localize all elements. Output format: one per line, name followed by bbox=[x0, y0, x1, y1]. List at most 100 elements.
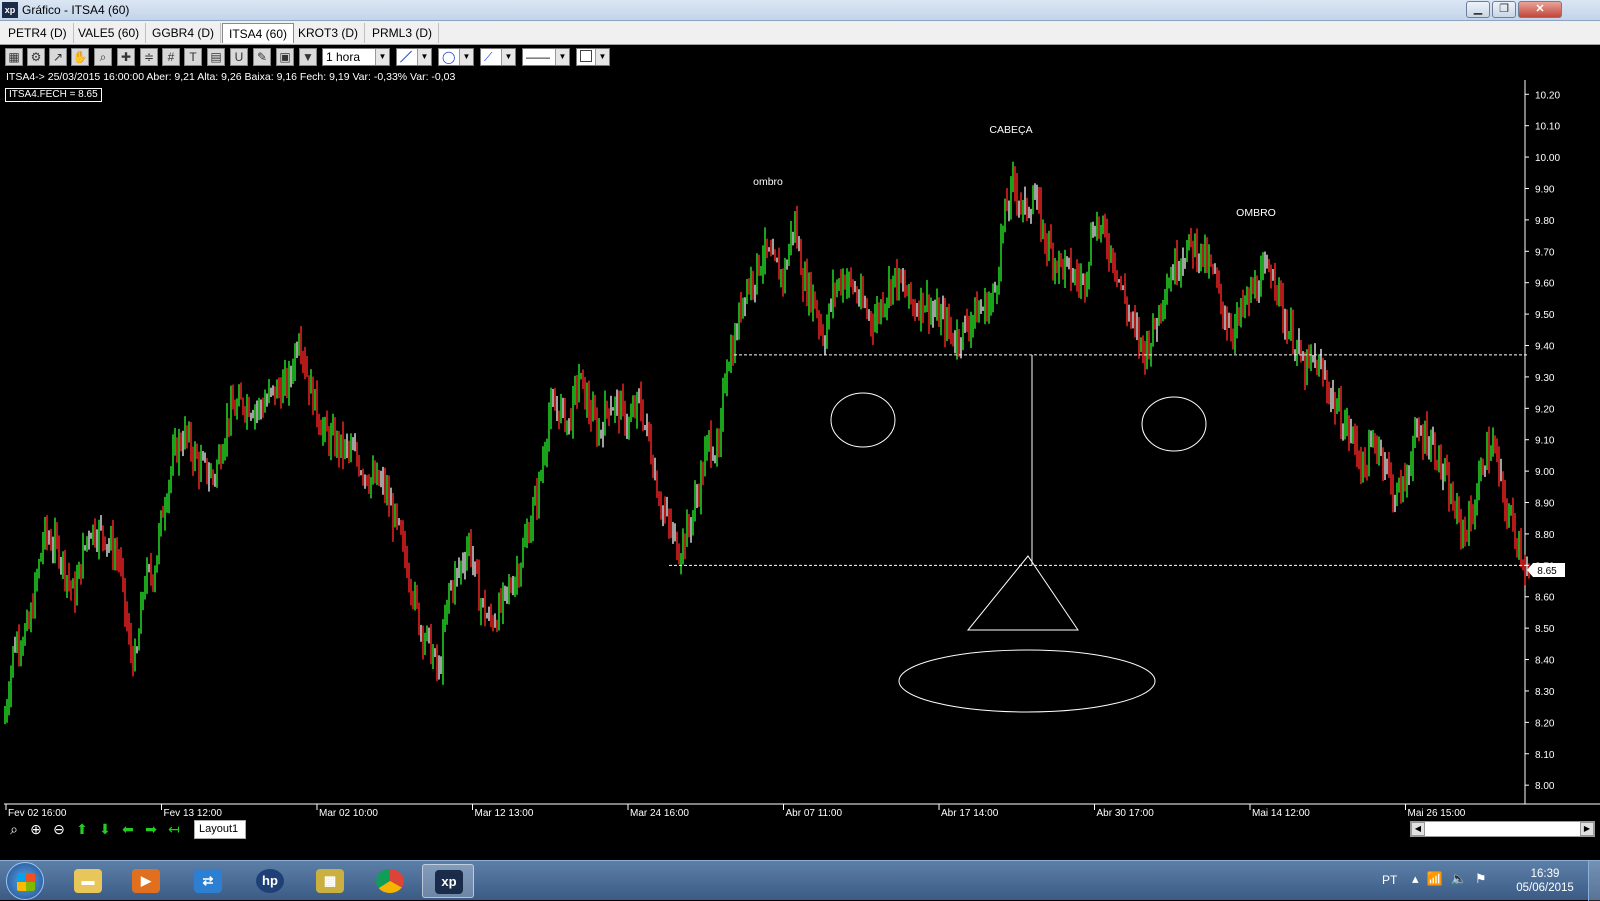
left-shoulder-label: ombro bbox=[753, 176, 783, 188]
mouth-ellipse[interactable] bbox=[898, 649, 1156, 713]
tab-ggbr4[interactable]: GGBR4 (D) bbox=[146, 23, 222, 43]
chart-icon[interactable]: ▦ bbox=[5, 48, 23, 66]
taskbar-media-player[interactable]: ▶ bbox=[120, 864, 172, 898]
series-badge[interactable]: ITSA4.FECH = 8.65 bbox=[5, 88, 102, 102]
windows-logo-icon bbox=[17, 873, 35, 891]
tray-expand-icon[interactable]: ▴ bbox=[1412, 871, 1427, 886]
right-eye-ellipse[interactable] bbox=[1141, 396, 1207, 452]
title-bar: xp Gráfico - ITSA4 (60) ▁ ❐ ✕ bbox=[0, 0, 1600, 21]
crosshair-icon[interactable]: ✚ bbox=[117, 48, 135, 66]
period-select[interactable]: 1 hora ▼ bbox=[322, 48, 390, 66]
series-badge-label: ITSA4.FECH = 8.65 bbox=[9, 89, 98, 100]
clock[interactable]: 16:39 05/06/2015 bbox=[1510, 867, 1580, 895]
x-tick-label: Mai 26 15:00 bbox=[1408, 808, 1466, 818]
y-tick-label: 10.10 bbox=[1535, 122, 1560, 133]
arrow-left-icon[interactable]: ⬅ bbox=[119, 820, 137, 838]
zoom-in-icon[interactable]: ⊕ bbox=[27, 820, 45, 838]
language-indicator[interactable]: PT bbox=[1382, 873, 1397, 887]
y-axis-ticks: 8.008.108.208.308.408.508.608.708.808.90… bbox=[1525, 90, 1560, 792]
y-tick-label: 8.40 bbox=[1535, 656, 1555, 667]
tab-petr4[interactable]: PETR4 (D) bbox=[2, 23, 74, 43]
left-eye-ellipse[interactable] bbox=[830, 392, 896, 448]
taskbar-explorer[interactable]: ▬ bbox=[62, 864, 114, 898]
trendline-icon[interactable]: ↗ bbox=[49, 48, 67, 66]
scroll-right-icon[interactable]: ▶ bbox=[1580, 822, 1594, 836]
y-tick-label: 9.70 bbox=[1535, 247, 1555, 258]
x-tick-label: Mai 14 12:00 bbox=[1252, 808, 1310, 818]
y-tick-label: 8.90 bbox=[1535, 499, 1555, 510]
x-tick-label: Mar 02 10:00 bbox=[319, 808, 378, 818]
y-tick-label: 8.20 bbox=[1535, 718, 1555, 729]
y-tick-label: 9.40 bbox=[1535, 342, 1555, 353]
y-tick-label: 8.10 bbox=[1535, 750, 1555, 761]
system-tray[interactable]: ▴📶🔈⚑ bbox=[1412, 871, 1495, 887]
y-tick-label: 10.00 bbox=[1535, 153, 1560, 164]
network-icon: ⇄ bbox=[194, 869, 222, 893]
y-tick-label: 10.20 bbox=[1535, 90, 1560, 101]
line-tool-select[interactable]: ／ ▼ bbox=[396, 48, 432, 66]
arrow-up-icon[interactable]: ⬆ bbox=[73, 820, 91, 838]
chevron-down-icon: ▼ bbox=[595, 49, 609, 65]
price-chart[interactable]: 8.008.108.208.308.408.508.608.708.808.90… bbox=[0, 68, 1600, 818]
chevron-down-icon: ▼ bbox=[555, 49, 569, 65]
x-axis-ticks: Fev 02 16:00 Fev 13 12:00 Mar 02 10:00 Mar … bbox=[5, 804, 1466, 818]
scroll-left-icon[interactable]: ◀ bbox=[1411, 822, 1425, 836]
last-value-label: 8.65 bbox=[1537, 566, 1557, 577]
taskbar-chrome[interactable] bbox=[364, 864, 416, 898]
taskbar-network[interactable]: ⇄ bbox=[182, 864, 234, 898]
tab-krot3[interactable]: KROT3 (D) bbox=[292, 23, 365, 43]
minimize-icon[interactable]: ▁ bbox=[1466, 1, 1490, 18]
y-tick-label: 8.50 bbox=[1535, 624, 1555, 635]
filter-icon[interactable]: ▼ bbox=[299, 48, 317, 66]
fibonacci-icon[interactable]: ≑ bbox=[140, 48, 158, 66]
network-signal-icon[interactable]: 📶 bbox=[1427, 871, 1451, 886]
start-button[interactable] bbox=[6, 862, 44, 900]
magnet-icon[interactable]: U bbox=[230, 48, 248, 66]
nose-triangle[interactable] bbox=[966, 555, 1079, 631]
taskbar-app-window[interactable]: ▦ bbox=[304, 864, 356, 898]
hp-icon: hp bbox=[256, 869, 284, 893]
tab-vale5[interactable]: VALE5 (60) bbox=[72, 23, 147, 43]
arrow-right-icon[interactable]: ➡ bbox=[142, 820, 160, 838]
ellipse-tool-icon: ◯ bbox=[442, 50, 456, 64]
return-icon[interactable]: ↤ bbox=[165, 820, 183, 838]
horizontal-scrollbar[interactable]: ◀ ▶ bbox=[1410, 821, 1595, 837]
draw-icon[interactable]: ✎ bbox=[253, 48, 271, 66]
grid-icon[interactable]: # bbox=[162, 48, 180, 66]
y-tick-label: 8.60 bbox=[1535, 593, 1555, 604]
y-tick-label: 9.90 bbox=[1535, 184, 1555, 195]
color-select[interactable]: ▼ bbox=[576, 48, 610, 66]
ohlc-info-line: ITSA4-> 25/03/2015 16:00:00 Aber: 9,21 A… bbox=[6, 71, 456, 83]
tab-prml3[interactable]: PRML3 (D) bbox=[366, 23, 440, 43]
shape-tool-select[interactable]: ◯ ▼ bbox=[438, 48, 474, 66]
tab-itsa4[interactable]: ITSA4 (60) bbox=[222, 23, 295, 43]
calculator-icon[interactable]: ▤ bbox=[207, 48, 225, 66]
text-icon[interactable]: T bbox=[184, 48, 202, 66]
x-tick-label: Mar 24 16:00 bbox=[630, 808, 689, 818]
layout-tab[interactable]: Layout1 bbox=[194, 820, 246, 839]
hand-icon[interactable]: ✋ bbox=[71, 48, 89, 66]
show-desktop-button[interactable] bbox=[1588, 861, 1600, 901]
pen-tool-select[interactable]: ⟋ ▼ bbox=[480, 48, 516, 66]
y-tick-label: 9.30 bbox=[1535, 373, 1555, 384]
media-player-icon: ▶ bbox=[132, 869, 160, 893]
zoom-out-icon[interactable]: ⊖ bbox=[50, 820, 68, 838]
zoom-icon[interactable]: ⌕ bbox=[94, 48, 112, 66]
taskbar-hp[interactable]: hp bbox=[244, 864, 296, 898]
y-tick-label: 9.50 bbox=[1535, 310, 1555, 321]
close-icon[interactable]: ✕ bbox=[1518, 1, 1562, 18]
volume-icon[interactable]: 🔈 bbox=[1451, 871, 1475, 886]
action-center-icon[interactable]: ⚑ bbox=[1475, 871, 1495, 886]
taskbar-xp-app[interactable]: xp bbox=[422, 864, 474, 898]
arrow-down-icon[interactable]: ⬇ bbox=[96, 820, 114, 838]
y-tick-label: 8.00 bbox=[1535, 781, 1555, 792]
tab-bar: PETR4 (D) VALE5 (60) GGBR4 (D) ITSA4 (60… bbox=[0, 21, 1600, 45]
x-tick-label: Mar 12 13:00 bbox=[475, 808, 534, 818]
clipboard-icon[interactable]: ▣ bbox=[276, 48, 294, 66]
maximize-icon[interactable]: ❐ bbox=[1492, 1, 1516, 18]
x-tick-label: Abr 07 11:00 bbox=[786, 808, 843, 818]
line-style-select[interactable]: —— ▼ bbox=[522, 48, 570, 66]
settings-gear-icon[interactable]: ⚙ bbox=[27, 48, 45, 66]
zoom-reset-icon[interactable]: ⌕ bbox=[5, 820, 23, 838]
line-style-icon: —— bbox=[526, 50, 550, 64]
